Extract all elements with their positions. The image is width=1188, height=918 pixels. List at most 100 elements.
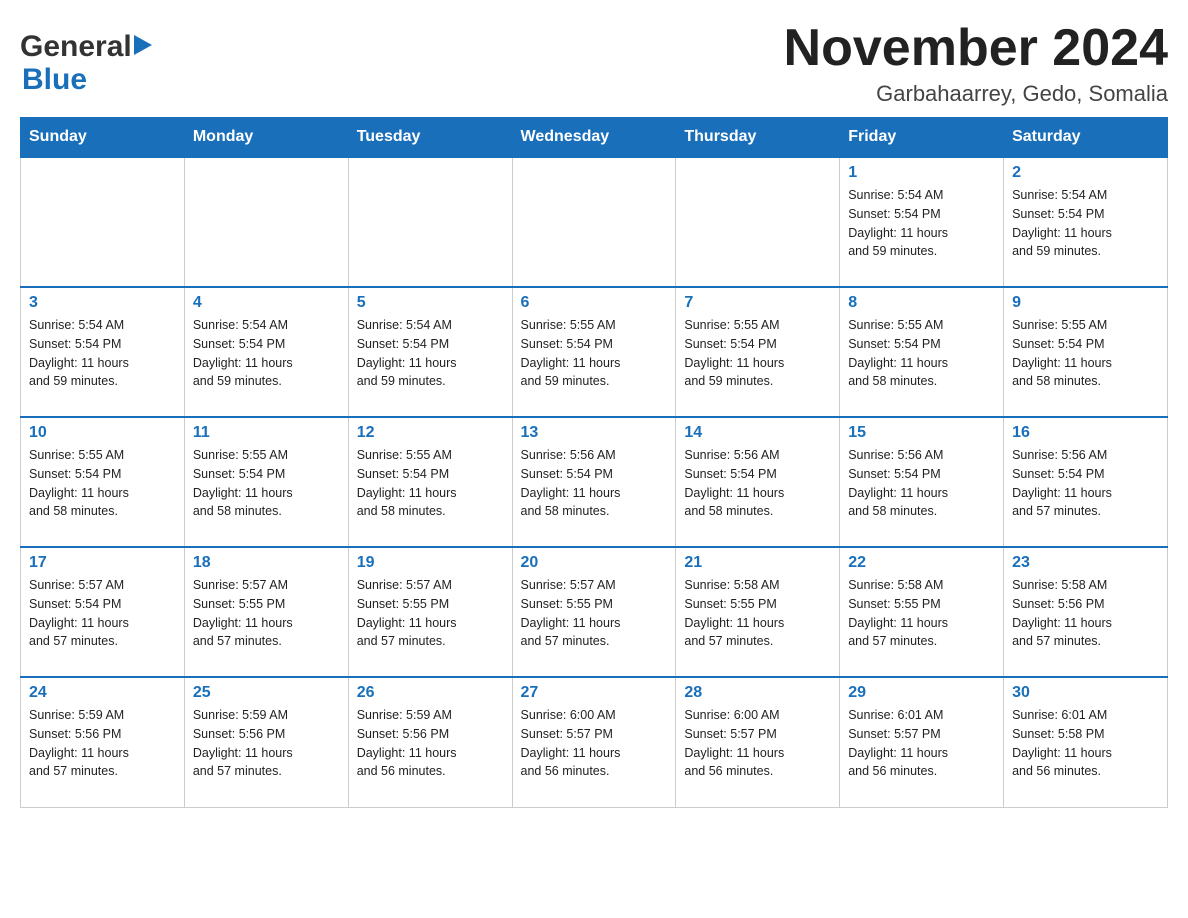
- header: General Blue November 2024 Garbahaarrey,…: [20, 20, 1168, 107]
- calendar-cell: 30 Sunrise: 6:01 AMSunset: 5:58 PMDayligh…: [1004, 677, 1168, 807]
- calendar-cell: 6Sunrise: 5:55 AMSunset: 5:54 PMDaylight…: [512, 287, 676, 417]
- day-info: Sunrise: 5:54 AMSunset: 5:54 PMDaylight:…: [29, 316, 176, 391]
- location-title: Garbahaarrey, Gedo, Somalia: [784, 81, 1168, 107]
- month-title: November 2024: [784, 20, 1168, 77]
- calendar-cell: 28 Sunrise: 6:00 AMSunset: 5:57 PMDayligh…: [676, 677, 840, 807]
- day-number: 25: [193, 684, 340, 702]
- day-info: Sunrise: 5:55 AMSunset: 5:54 PMDaylight:…: [684, 316, 831, 391]
- calendar-body: 1 Sunrise: 5:54 AMSunset: 5:54 PMDaylight…: [21, 157, 1168, 807]
- day-number: 19: [357, 554, 504, 572]
- weekday-header-tuesday: Tuesday: [348, 118, 512, 158]
- logo-blue-text: Blue: [22, 63, 87, 96]
- day-info: Sunrise: 5:57 AMSunset: 5:55 PMDaylight:…: [521, 576, 668, 651]
- day-number: 11: [193, 424, 340, 442]
- day-info: Sunrise: 5:58 AMSunset: 5:55 PMDaylight:…: [684, 576, 831, 651]
- calendar-cell: 29Sunrise: 6:01 AMSunset: 5:57 PMDayligh…: [840, 677, 1004, 807]
- day-info: Sunrise: 5:57 AMSunset: 5:54 PMDaylight:…: [29, 576, 176, 651]
- day-number: 7: [684, 294, 831, 312]
- day-number: 17: [29, 554, 176, 572]
- calendar-cell: 26Sunrise: 5:59 AMSunset: 5:56 PMDayligh…: [348, 677, 512, 807]
- calendar-cell: 14 Sunrise: 5:56 AMSunset: 5:54 PMDayligh…: [676, 417, 840, 547]
- calendar-cell: 11 Sunrise: 5:55 AMSunset: 5:54 PMDayligh…: [184, 417, 348, 547]
- calendar-week-row: 1 Sunrise: 5:54 AMSunset: 5:54 PMDaylight…: [21, 157, 1168, 287]
- title-area: November 2024 Garbahaarrey, Gedo, Somali…: [784, 20, 1168, 107]
- day-number: 2: [1012, 164, 1159, 182]
- calendar-cell: [676, 157, 840, 287]
- day-info: Sunrise: 5:56 AMSunset: 5:54 PMDaylight:…: [848, 446, 995, 521]
- weekday-header-wednesday: Wednesday: [512, 118, 676, 158]
- day-number: 9: [1012, 294, 1159, 312]
- calendar-cell: [21, 157, 185, 287]
- day-info: Sunrise: 5:58 AMSunset: 5:55 PMDaylight:…: [848, 576, 995, 651]
- day-number: 27: [521, 684, 668, 702]
- day-info: Sunrise: 5:54 AMSunset: 5:54 PMDaylight:…: [357, 316, 504, 391]
- day-info: Sunrise: 5:57 AMSunset: 5:55 PMDaylight:…: [193, 576, 340, 651]
- weekday-header-row: SundayMondayTuesdayWednesdayThursdayFrid…: [21, 118, 1168, 158]
- weekday-header-thursday: Thursday: [676, 118, 840, 158]
- day-info: Sunrise: 5:55 AMSunset: 5:54 PMDaylight:…: [193, 446, 340, 521]
- calendar-cell: 18 Sunrise: 5:57 AMSunset: 5:55 PMDayligh…: [184, 547, 348, 677]
- calendar-cell: 25Sunrise: 5:59 AMSunset: 5:56 PMDayligh…: [184, 677, 348, 807]
- calendar-cell: 12Sunrise: 5:55 AMSunset: 5:54 PMDayligh…: [348, 417, 512, 547]
- calendar-cell: [512, 157, 676, 287]
- day-number: 24: [29, 684, 176, 702]
- day-info: Sunrise: 5:55 AMSunset: 5:54 PMDaylight:…: [848, 316, 995, 391]
- calendar-cell: 16Sunrise: 5:56 AMSunset: 5:54 PMDayligh…: [1004, 417, 1168, 547]
- day-number: 22: [848, 554, 995, 572]
- calendar-cell: 4 Sunrise: 5:54 AMSunset: 5:54 PMDaylight…: [184, 287, 348, 417]
- calendar-cell: 1 Sunrise: 5:54 AMSunset: 5:54 PMDaylight…: [840, 157, 1004, 287]
- day-number: 1: [848, 164, 995, 182]
- weekday-header-sunday: Sunday: [21, 118, 185, 158]
- day-number: 18: [193, 554, 340, 572]
- day-info: Sunrise: 5:54 AMSunset: 5:54 PMDaylight:…: [848, 186, 995, 261]
- day-info: Sunrise: 5:59 AMSunset: 5:56 PMDaylight:…: [357, 706, 504, 781]
- calendar-cell: 5 Sunrise: 5:54 AMSunset: 5:54 PMDaylight…: [348, 287, 512, 417]
- calendar-cell: 3 Sunrise: 5:54 AMSunset: 5:54 PMDaylight…: [21, 287, 185, 417]
- day-number: 8: [848, 294, 995, 312]
- weekday-header-friday: Friday: [840, 118, 1004, 158]
- day-number: 20: [521, 554, 668, 572]
- day-number: 5: [357, 294, 504, 312]
- day-number: 16: [1012, 424, 1159, 442]
- day-info: Sunrise: 5:56 AMSunset: 5:54 PMDaylight:…: [684, 446, 831, 521]
- day-info: Sunrise: 5:58 AMSunset: 5:56 PMDaylight:…: [1012, 576, 1159, 651]
- weekday-header-saturday: Saturday: [1004, 118, 1168, 158]
- day-number: 3: [29, 294, 176, 312]
- calendar-cell: 2Sunrise: 5:54 AMSunset: 5:54 PMDaylight…: [1004, 157, 1168, 287]
- day-info: Sunrise: 6:00 AMSunset: 5:57 PMDaylight:…: [684, 706, 831, 781]
- day-info: Sunrise: 5:55 AMSunset: 5:54 PMDaylight:…: [521, 316, 668, 391]
- calendar-cell: 20 Sunrise: 5:57 AMSunset: 5:55 PMDayligh…: [512, 547, 676, 677]
- calendar-cell: 17 Sunrise: 5:57 AMSunset: 5:54 PMDayligh…: [21, 547, 185, 677]
- day-number: 28: [684, 684, 831, 702]
- weekday-header-monday: Monday: [184, 118, 348, 158]
- calendar-cell: [348, 157, 512, 287]
- day-number: 14: [684, 424, 831, 442]
- day-info: Sunrise: 5:54 AMSunset: 5:54 PMDaylight:…: [193, 316, 340, 391]
- day-info: Sunrise: 5:56 AMSunset: 5:54 PMDaylight:…: [521, 446, 668, 521]
- calendar-week-row: 17 Sunrise: 5:57 AMSunset: 5:54 PMDayligh…: [21, 547, 1168, 677]
- calendar-cell: 13 Sunrise: 5:56 AMSunset: 5:54 PMDayligh…: [512, 417, 676, 547]
- day-number: 4: [193, 294, 340, 312]
- calendar-cell: 27 Sunrise: 6:00 AMSunset: 5:57 PMDayligh…: [512, 677, 676, 807]
- day-info: Sunrise: 5:57 AMSunset: 5:55 PMDaylight:…: [357, 576, 504, 651]
- calendar-header: SundayMondayTuesdayWednesdayThursdayFrid…: [21, 118, 1168, 158]
- calendar-cell: 10Sunrise: 5:55 AMSunset: 5:54 PMDayligh…: [21, 417, 185, 547]
- day-number: 15: [848, 424, 995, 442]
- day-number: 13: [521, 424, 668, 442]
- calendar-cell: 22 Sunrise: 5:58 AMSunset: 5:55 PMDayligh…: [840, 547, 1004, 677]
- calendar-cell: 19 Sunrise: 5:57 AMSunset: 5:55 PMDayligh…: [348, 547, 512, 677]
- day-info: Sunrise: 6:01 AMSunset: 5:58 PMDaylight:…: [1012, 706, 1159, 781]
- day-info: Sunrise: 6:00 AMSunset: 5:57 PMDaylight:…: [521, 706, 668, 781]
- calendar-cell: 15 Sunrise: 5:56 AMSunset: 5:54 PMDayligh…: [840, 417, 1004, 547]
- day-number: 30: [1012, 684, 1159, 702]
- calendar-cell: [184, 157, 348, 287]
- calendar-cell: 24 Sunrise: 5:59 AMSunset: 5:56 PMDayligh…: [21, 677, 185, 807]
- calendar-week-row: 24 Sunrise: 5:59 AMSunset: 5:56 PMDayligh…: [21, 677, 1168, 807]
- calendar-week-row: 10Sunrise: 5:55 AMSunset: 5:54 PMDayligh…: [21, 417, 1168, 547]
- day-info: Sunrise: 6:01 AMSunset: 5:57 PMDaylight:…: [848, 706, 995, 781]
- calendar-table: SundayMondayTuesdayWednesdayThursdayFrid…: [20, 117, 1168, 808]
- calendar-cell: 21Sunrise: 5:58 AMSunset: 5:55 PMDayligh…: [676, 547, 840, 677]
- day-info: Sunrise: 5:59 AMSunset: 5:56 PMDaylight:…: [29, 706, 176, 781]
- calendar-cell: 8 Sunrise: 5:55 AMSunset: 5:54 PMDaylight…: [840, 287, 1004, 417]
- calendar-cell: 23Sunrise: 5:58 AMSunset: 5:56 PMDayligh…: [1004, 547, 1168, 677]
